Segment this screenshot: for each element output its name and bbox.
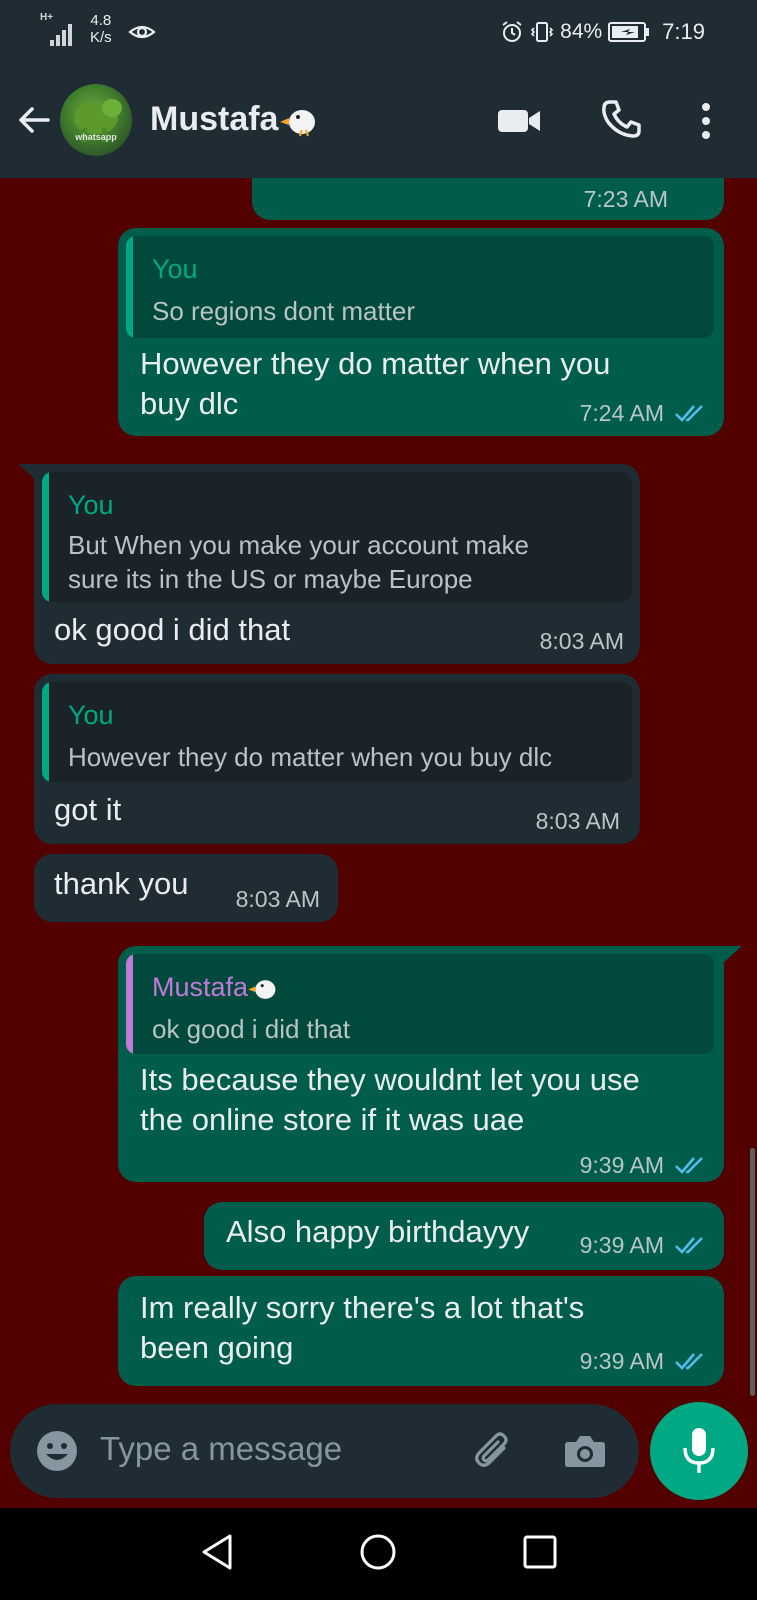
message-text: Also happy birthdayyy [226, 1214, 530, 1249]
quoted-message[interactable]: You But When you make your account make … [42, 472, 632, 602]
message-text: Its because they wouldnt let you use the… [140, 1060, 640, 1140]
status-bar: H+ 4.8 K/s 84% 7:19 [0, 0, 757, 62]
mic-button[interactable] [650, 1402, 748, 1500]
quote-text: So regions dont matter [152, 296, 416, 326]
signal-icon [50, 24, 72, 46]
avatar[interactable]: whatsapp [60, 84, 132, 156]
message-input[interactable]: Type a message [100, 1430, 342, 1468]
quote-text: However they do matter when you buy dlc [68, 742, 553, 772]
outgoing-message[interactable]: 7:23 AM [252, 178, 724, 220]
quoted-message[interactable]: You However they do matter when you buy … [42, 682, 632, 782]
outgoing-message[interactable]: Also happy birthdayyy 9:39 AM [204, 1202, 724, 1270]
bubble-tail [722, 946, 742, 964]
eye-icon [128, 25, 156, 39]
quote-bar [42, 682, 49, 782]
chat-scrollbar[interactable] [750, 1148, 755, 1396]
chat-header: whatsapp Mustafa [0, 62, 757, 178]
double-check-icon [675, 1237, 703, 1254]
message-text-line: the online store if it was uae [140, 1102, 525, 1137]
message-text: got it [54, 792, 122, 827]
avatar-caption: whatsapp [75, 132, 117, 142]
message-text-line: Its because they wouldnt let you use [140, 1062, 640, 1097]
quote-bar [126, 954, 133, 1054]
message-text-line: However they do matter when you [140, 346, 611, 381]
message-time: 9:39 AM [579, 1232, 664, 1258]
double-check-icon [675, 1353, 703, 1370]
nav-back-icon[interactable] [200, 1532, 234, 1572]
quote-author: You [68, 490, 114, 520]
quote-bar [42, 472, 49, 602]
contact-name-text: Mustafa [150, 100, 279, 138]
quote-text: But When you make your account make sure… [68, 528, 529, 596]
message-text: However they do matter when you buy dlc [140, 344, 610, 424]
quoted-message[interactable]: You So regions dont matter [126, 236, 714, 338]
quoted-message[interactable]: Mustafa ok good i did that [126, 954, 714, 1054]
incoming-message[interactable]: You But When you make your account make … [34, 464, 640, 664]
bubble-tail [18, 464, 38, 482]
net-speed-value: 4.8 [90, 12, 112, 29]
message-text-line: Im really sorry there's a lot that's [140, 1290, 585, 1325]
more-options-icon[interactable] [694, 100, 718, 142]
vibrate-icon [531, 22, 554, 42]
message-text: thank you [54, 866, 189, 901]
quote-author: You [68, 700, 114, 730]
bird-emoji-icon [280, 109, 316, 136]
mic-icon [683, 1428, 715, 1473]
battery-icon [608, 22, 650, 42]
voice-call-icon[interactable] [600, 98, 642, 140]
net-speed-unit: K/s [90, 29, 112, 46]
nav-recents-icon[interactable] [522, 1534, 558, 1570]
message-time: 9:39 AM [579, 1348, 664, 1374]
bird-emoji-icon [248, 979, 276, 999]
battery-percent: 84% [560, 20, 603, 43]
quote-text-line: But When you make your account make [68, 530, 530, 560]
outgoing-message[interactable]: You So regions dont matter However they … [118, 228, 724, 436]
outgoing-message[interactable]: Mustafa ok good i did that Its because t… [118, 946, 724, 1182]
quote-text-line: sure its in the US or maybe Europe [68, 564, 473, 594]
quote-bar [126, 236, 133, 338]
back-arrow-icon[interactable] [14, 100, 54, 140]
incoming-message[interactable]: thank you 8:03 AM [34, 854, 338, 922]
alarm-icon [502, 21, 522, 42]
quote-author-name: Mustafa [152, 972, 249, 1002]
message-composer[interactable]: Type a message [10, 1404, 639, 1498]
message-text: ok good i did that [54, 612, 291, 647]
status-right: 84% 7:19 [500, 14, 705, 50]
video-call-icon[interactable] [496, 104, 544, 138]
outgoing-message[interactable]: Im really sorry there's a lot that's bee… [118, 1276, 724, 1386]
quote-text: ok good i did that [152, 1014, 351, 1044]
camera-icon[interactable] [562, 1428, 608, 1474]
contact-name[interactable]: Mustafa [150, 100, 318, 139]
clock: 7:19 [662, 19, 705, 44]
message-time: 8:03 AM [539, 628, 624, 654]
message-time: 8:03 AM [235, 886, 320, 912]
dog-image [74, 99, 122, 142]
attach-icon[interactable] [470, 1428, 516, 1474]
quote-author: Mustafa [152, 972, 278, 1003]
quote-author: You [152, 254, 198, 284]
message-time: 9:39 AM [579, 1152, 664, 1178]
double-check-icon [675, 405, 703, 422]
net-speed: 4.8 K/s [90, 12, 112, 46]
message-time: 7:23 AM [583, 186, 668, 212]
message-time: 7:24 AM [579, 400, 664, 426]
message-text-line: been going [140, 1330, 294, 1365]
nav-home-icon[interactable] [358, 1532, 398, 1572]
message-time: 8:03 AM [535, 808, 620, 834]
message-text: Im really sorry there's a lot that's bee… [140, 1288, 584, 1368]
message-text-line: buy dlc [140, 386, 239, 421]
system-nav-bar [0, 1508, 757, 1600]
emoji-icon[interactable] [34, 1428, 80, 1474]
double-check-icon [675, 1157, 703, 1174]
incoming-message[interactable]: You However they do matter when you buy … [34, 674, 640, 844]
chat-area[interactable]: 7:23 AM You So regions dont matter Howev… [0, 178, 757, 1406]
